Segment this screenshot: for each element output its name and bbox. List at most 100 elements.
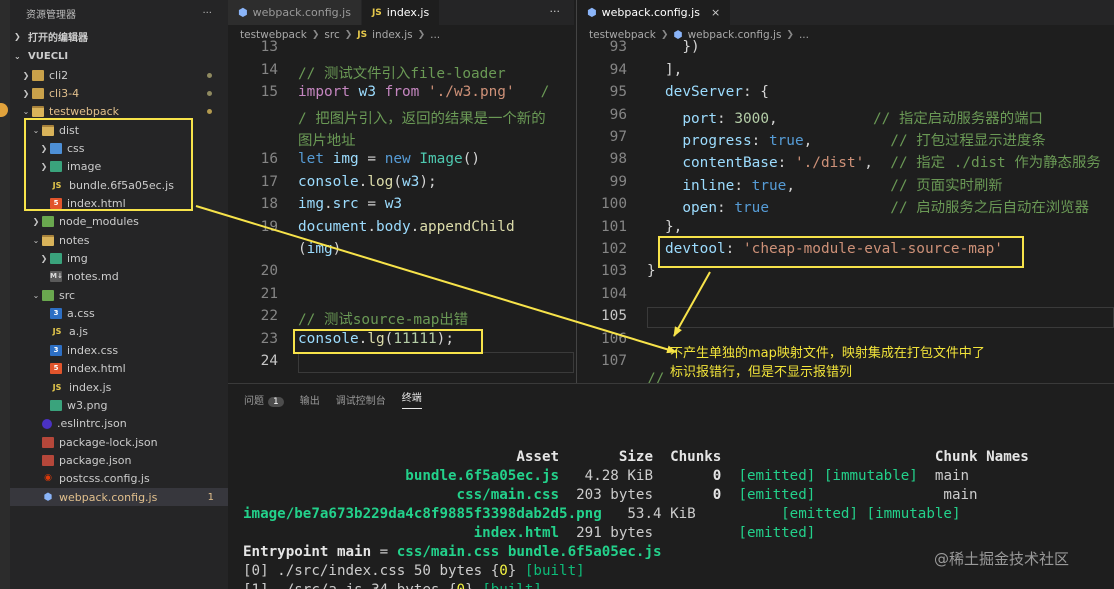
tree-item-label: w3.png — [67, 398, 108, 412]
chevron-right-icon: ❯ — [40, 144, 48, 154]
close-icon[interactable]: × — [711, 6, 720, 19]
css-file-icon: 3 — [50, 308, 62, 320]
tree-item-a-css[interactable]: 3 a.css — [10, 304, 228, 322]
tree-item-webpack-config[interactable]: ⬢ webpack.config.js 1 — [10, 487, 228, 507]
tree-item-label: bundle.6f5a05ec.js — [69, 178, 174, 192]
markdown-file-icon: M↓ — [50, 271, 63, 283]
image-folder-icon — [50, 161, 62, 173]
editor-more-icon[interactable]: ··· — [550, 5, 561, 18]
folder-icon — [32, 69, 44, 81]
tree-item-label: css — [67, 142, 85, 156]
tree-item-label: .eslintrc.json — [57, 417, 127, 431]
tree-item-index-css[interactable]: 3 index.css — [10, 341, 228, 359]
tree-item-label: a.js — [69, 325, 89, 339]
tree-item-notes-md[interactable]: M↓ notes.md — [10, 268, 228, 286]
left-tab-bar: ⬢ webpack.config.js JS index.js ··· — [228, 0, 574, 25]
tree-item-node-modules[interactable]: ❯ node_modules — [10, 213, 228, 231]
tree-item-label: index.css — [67, 343, 119, 357]
tree-item-package-json[interactable]: package.json — [10, 451, 228, 469]
explorer-more-icon[interactable]: ··· — [202, 8, 212, 19]
folder-open-icon — [42, 234, 54, 246]
tree-item-label: cli2 — [49, 68, 69, 82]
root-folder-label: VUECLI — [28, 50, 69, 62]
code-line-15-wrap: / 把图片引入，返回的结果是一个新的 — [298, 111, 546, 127]
tree-item-image-folder[interactable]: ❯ image — [10, 158, 228, 176]
left-editor-group: ⬢ webpack.config.js JS index.js ··· testwe… — [228, 0, 574, 383]
tree-item-index-js[interactable]: JS index.js — [10, 378, 228, 396]
eslint-icon — [42, 418, 52, 429]
tree-item-cli2[interactable]: ❯ cli2 — [10, 66, 228, 84]
tree-item-label: cli3-4 — [49, 87, 80, 101]
tree-item-cli3-4[interactable]: ❯ cli3-4 — [10, 84, 228, 102]
npm-icon — [42, 436, 54, 448]
root-folder-section[interactable]: ⌄ VUECLI — [10, 46, 228, 66]
code-line-99: inline: true, // 页面实时刷新 — [682, 178, 1003, 194]
line-number: 93 — [609, 39, 627, 55]
js-file-icon: JS — [52, 327, 62, 337]
line-number: 103 — [601, 263, 627, 279]
code-area[interactable]: 93 94 95 96 97 98 99 100 101 102 103 104… — [577, 35, 1114, 383]
chevron-right-icon: ❯ — [22, 89, 30, 99]
right-tab-bar: ⬢ webpack.config.js × — [577, 0, 1114, 25]
tree-item-label: notes — [59, 233, 90, 247]
code-line-23: console.lg(11111); — [298, 331, 454, 347]
tab-index-js[interactable]: JS index.js — [361, 0, 441, 25]
line-number: 95 — [609, 84, 627, 100]
code-line-96: port: 3000, // 指定启动服务器的端口 — [682, 111, 1043, 127]
tab-output[interactable]: 输出 — [300, 392, 320, 407]
tree-item-img-folder[interactable]: ❯ img — [10, 249, 228, 267]
tab-debug-console[interactable]: 调试控制台 — [336, 392, 386, 407]
panel-tab-bar: 问题 1 输出 调试控制台 终端 — [228, 384, 1114, 414]
tree-item-w3-png[interactable]: w3.png — [10, 396, 228, 414]
code-line-98: contentBase: './dist', // 指定 ./dist 作为静态… — [682, 155, 1101, 171]
image-folder-icon — [50, 253, 62, 265]
line-number: 104 — [601, 286, 627, 302]
tree-item-label: dist — [59, 123, 80, 137]
tree-item-postcss-config[interactable]: ◉ postcss.config.js — [10, 470, 228, 488]
activity-indicator — [0, 103, 8, 117]
annotation-line: 标识报错行，但是不显示报错列 — [670, 365, 853, 380]
tree-item-label: index.js — [69, 380, 112, 394]
code-line-103: } — [647, 263, 656, 279]
tree-item-dist[interactable]: ⌄ dist — [10, 121, 228, 139]
tree-item-dist-index-html[interactable]: 5 index.html — [10, 194, 228, 212]
open-editors-section[interactable]: ❯ 打开的编辑器 — [10, 26, 228, 46]
tab-webpack-config-active[interactable]: ⬢ webpack.config.js × — [577, 0, 732, 25]
folder-icon — [32, 88, 44, 100]
code-line-18: img.src = w3 — [298, 196, 403, 212]
code-line-107-fragment: // — [647, 371, 665, 383]
tree-item-label: index.html — [67, 197, 126, 211]
tree-item-a-js[interactable]: JS a.js — [10, 323, 228, 341]
tree-item-label: img — [67, 252, 88, 266]
current-line-highlight — [298, 352, 574, 373]
js-file-icon: JS — [52, 382, 62, 392]
code-area[interactable]: 13 14 15 16 17 18 19 20 21 22 23 24 // 测… — [228, 35, 574, 383]
line-number: 99 — [609, 174, 627, 190]
tab-problems[interactable]: 问题 1 — [244, 392, 284, 407]
code-line-17: console.log(w3); — [298, 174, 437, 190]
chevron-right-icon: ❯ — [32, 217, 40, 227]
tree-item-notes[interactable]: ⌄ notes — [10, 231, 228, 249]
activity-bar — [0, 0, 10, 589]
tree-item-src-index-html[interactable]: 5 index.html — [10, 360, 228, 378]
line-number: 94 — [609, 62, 627, 78]
chevron-down-icon: ⌄ — [32, 235, 40, 245]
tree-item-eslintrc[interactable]: .eslintrc.json — [10, 415, 228, 433]
tree-item-package-lock[interactable]: package-lock.json — [10, 433, 228, 451]
tree-item-testwebpack[interactable]: ⌄ testwebpack — [10, 103, 228, 121]
line-number: 107 — [601, 353, 627, 369]
tree-item-label: notes.md — [67, 270, 119, 284]
tree-item-bundle-js[interactable]: JS bundle.6f5a05ec.js — [10, 176, 228, 194]
postcss-icon: ◉ — [44, 473, 52, 484]
tree-item-src[interactable]: ⌄ src — [10, 286, 228, 304]
terminal-output[interactable]: Asset Size Chunks Chunk Names bundle.6f5… — [243, 448, 1029, 589]
code-line-15-wrap2: 图片地址 — [298, 133, 356, 149]
tab-terminal[interactable]: 终端 — [401, 389, 422, 409]
tree-item-label: postcss.config.js — [59, 472, 150, 486]
modified-dot — [207, 91, 212, 97]
explorer-header: 资源管理器 ··· — [10, 0, 228, 26]
tree-item-css-folder[interactable]: ❯ css — [10, 139, 228, 157]
tab-label: index.js — [386, 6, 430, 19]
tab-webpack-config[interactable]: ⬢ webpack.config.js — [228, 0, 362, 25]
chevron-down-icon: ⌄ — [22, 107, 30, 117]
